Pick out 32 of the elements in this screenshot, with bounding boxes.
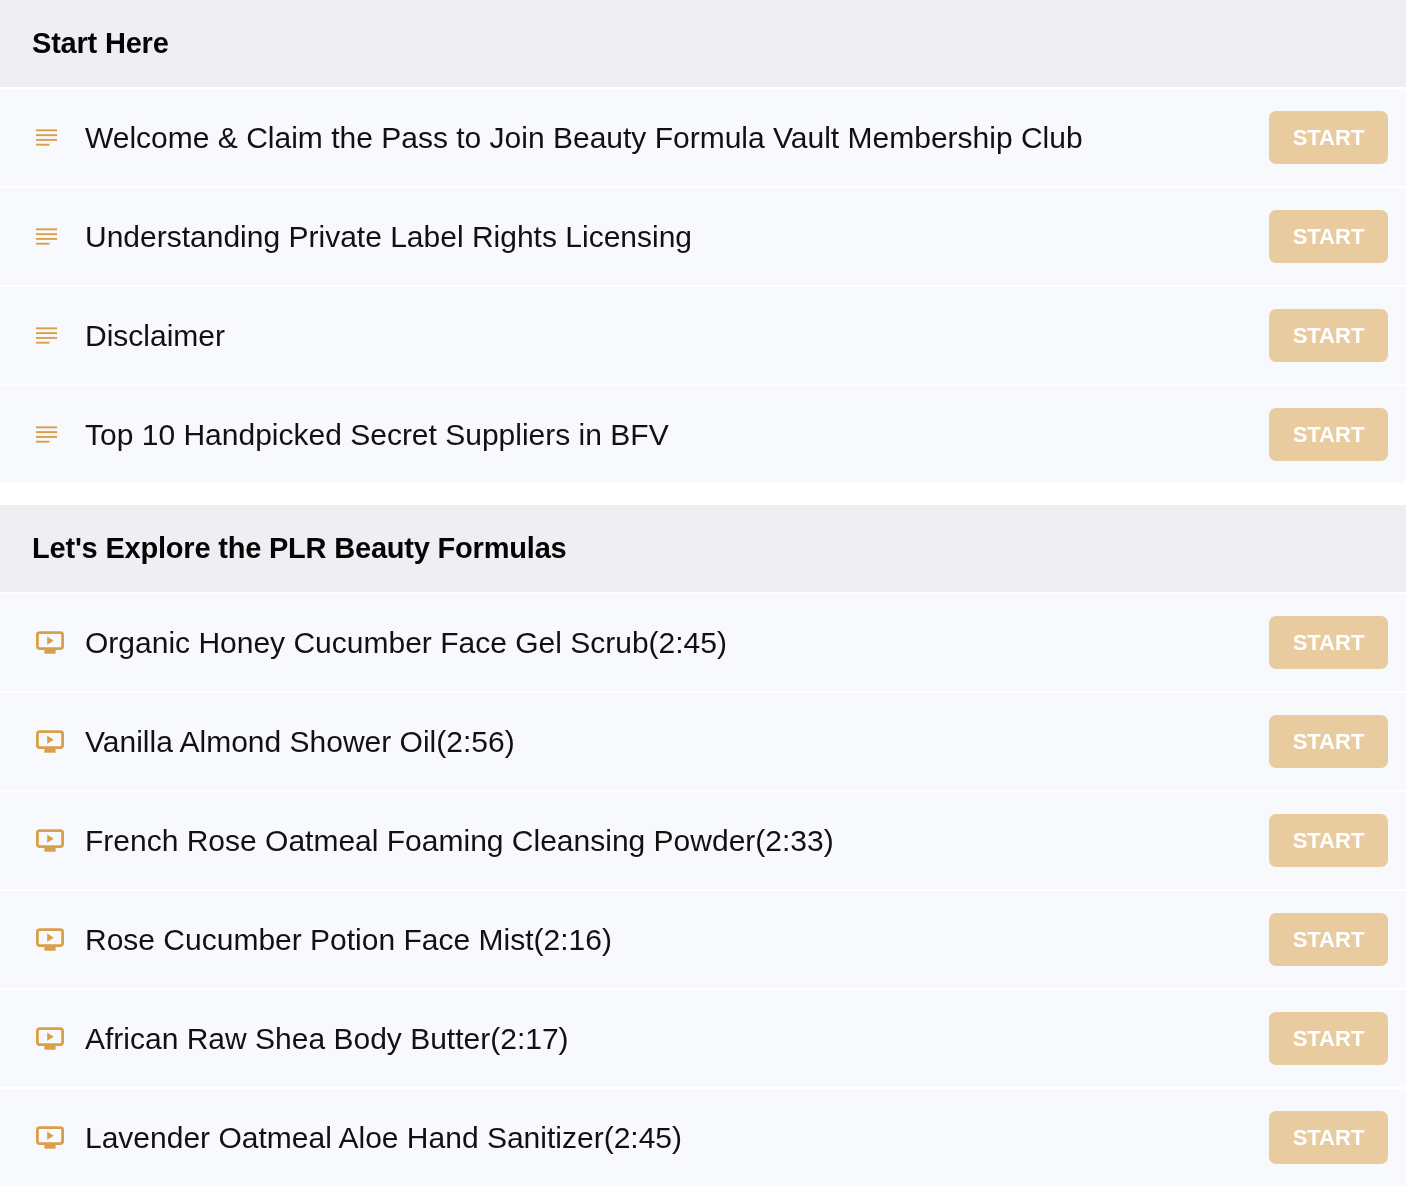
section-title: Let's Explore the PLR Beauty Formulas — [32, 532, 567, 565]
play-screen-icon — [36, 928, 64, 951]
start-button[interactable]: START — [1269, 408, 1388, 461]
lesson-title: Vanilla Almond Shower Oil(2:56) — [85, 724, 516, 759]
start-button[interactable]: START — [1269, 814, 1388, 867]
lesson-title: Lavender Oatmeal Aloe Hand Sanitizer(2:45) — [85, 1120, 683, 1155]
text-lines-icon — [36, 425, 59, 444]
start-button[interactable]: START — [1269, 1111, 1388, 1164]
play-screen-icon — [36, 1027, 64, 1050]
start-button[interactable]: START — [1269, 616, 1388, 669]
lesson-title: Organic Honey Cucumber Face Gel Scrub(2:45) — [85, 625, 728, 660]
play-screen-icon — [36, 829, 64, 852]
text-lines-icon — [36, 128, 59, 147]
start-button[interactable]: START — [1269, 715, 1388, 768]
play-screen-icon — [36, 730, 64, 753]
start-button[interactable]: START — [1269, 1012, 1388, 1065]
section-title: Start Here — [32, 27, 169, 60]
start-button[interactable]: START — [1269, 913, 1388, 966]
play-screen-icon — [36, 1126, 64, 1149]
lesson-title: African Raw Shea Body Butter(2:17) — [85, 1021, 570, 1056]
lesson-title: Welcome & Claim the Pass to Join Beauty Formula Vault Membership Club — [85, 120, 1084, 155]
text-lines-icon — [36, 326, 59, 345]
play-screen-icon — [36, 631, 64, 654]
lesson-title: Disclaimer — [85, 318, 226, 353]
text-lines-icon — [36, 227, 59, 246]
lesson-title: Rose Cucumber Potion Face Mist(2:16) — [85, 922, 613, 957]
lesson-title: French Rose Oatmeal Foaming Cleansing Powder(2:33) — [85, 823, 835, 858]
start-button[interactable]: START — [1269, 210, 1388, 263]
start-button[interactable]: START — [1269, 309, 1388, 362]
lesson-title: Top 10 Handpicked Secret Suppliers in BFV — [85, 417, 670, 452]
start-button[interactable]: START — [1269, 111, 1388, 164]
lesson-title: Understanding Private Label Rights Licensing — [85, 219, 694, 254]
